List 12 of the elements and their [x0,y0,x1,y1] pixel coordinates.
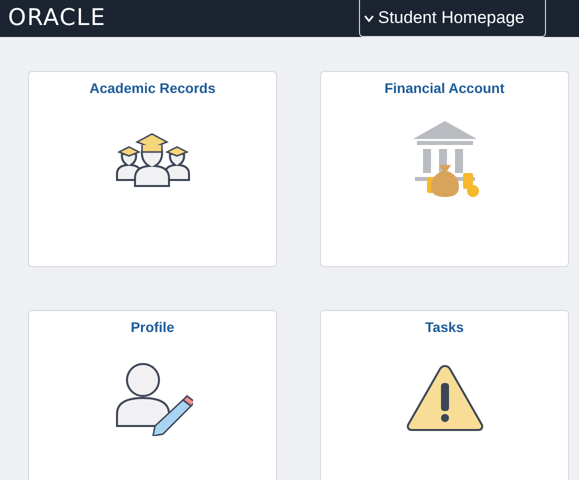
homepage-tile[interactable]: Financial Account [320,71,569,267]
tile-title: Tasks [425,318,464,337]
homepage-tile[interactable]: Tasks [320,310,569,480]
homepage-tile[interactable]: Academic Records [28,71,277,267]
logo: ORACLE [8,7,106,30]
chevron-down-icon [364,14,374,22]
homepage-tile[interactable]: Profile [28,310,277,480]
tile-title: Financial Account [384,79,505,98]
tile-title: Profile [130,318,174,337]
tile-title: Academic Records [89,79,216,98]
homepage-menu-button[interactable]: Student Homepage [359,0,546,37]
warning-icon [404,363,484,433]
